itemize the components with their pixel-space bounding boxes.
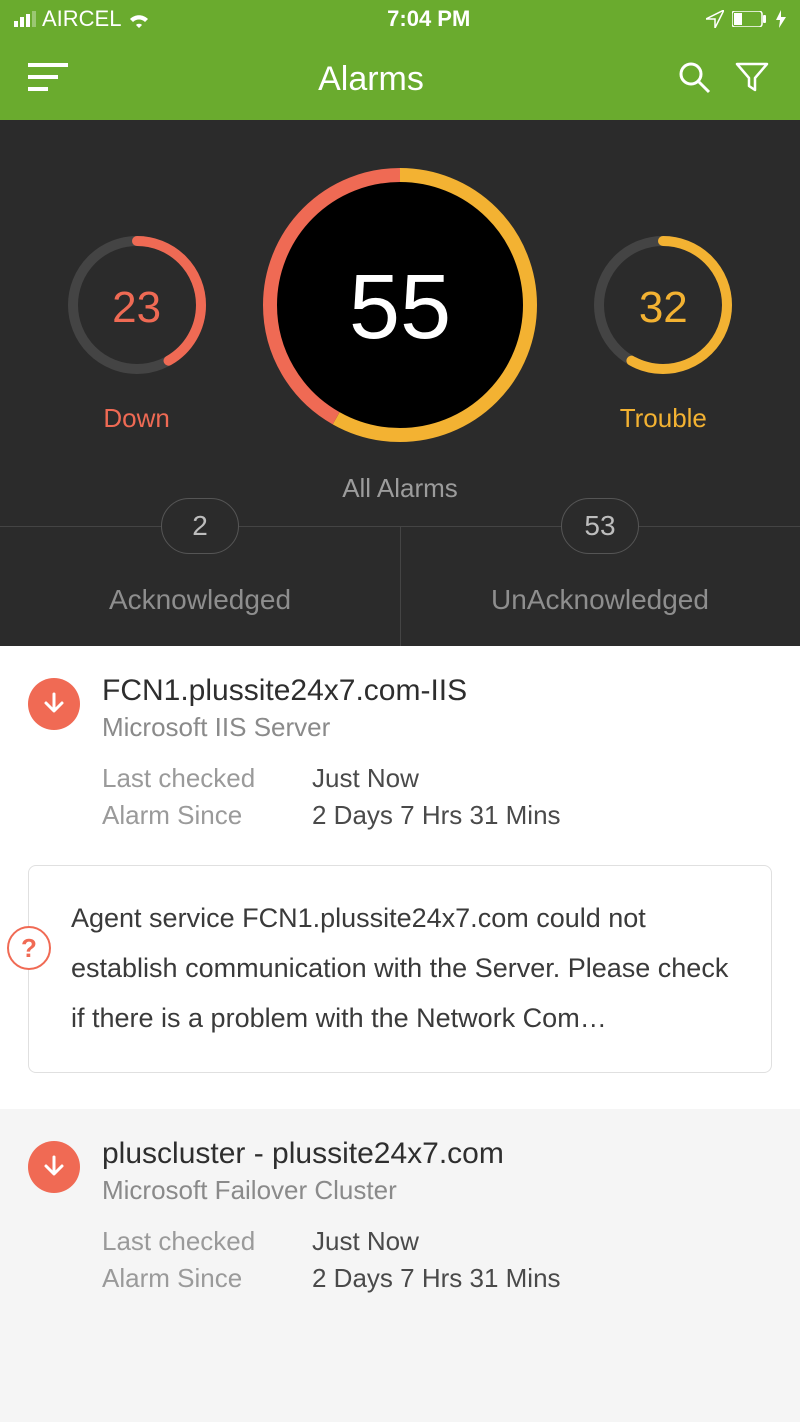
- battery-icon: [732, 11, 768, 27]
- alarm-subtitle: Microsoft IIS Server: [102, 712, 772, 743]
- alarm-item[interactable]: pluscluster - plussite24x7.com Microsoft…: [0, 1109, 800, 1328]
- alarm-title: pluscluster - plussite24x7.com: [102, 1137, 772, 1171]
- filter-button[interactable]: [732, 59, 772, 99]
- gauge-all[interactable]: 55 All Alarms: [255, 160, 545, 504]
- wifi-icon: [127, 10, 151, 28]
- status-bar-time: 7:04 PM: [151, 6, 706, 32]
- help-icon: ?: [7, 926, 51, 970]
- gauge-down-value: 23: [62, 230, 212, 385]
- gauge-trouble[interactable]: 32 Trouble: [588, 230, 738, 434]
- gauge-all-label: All Alarms: [342, 473, 458, 504]
- ack-row: 2 Acknowledged 53 UnAcknowledged: [0, 526, 800, 646]
- alarm-since-value: 2 Days 7 Hrs 31 Mins: [312, 1263, 561, 1294]
- last-checked-label: Last checked: [102, 1226, 312, 1257]
- unacknowledged-label: UnAcknowledged: [491, 584, 709, 616]
- search-icon: [677, 60, 711, 99]
- tab-acknowledged[interactable]: 2 Acknowledged: [0, 526, 400, 646]
- last-checked-value: Just Now: [312, 1226, 419, 1257]
- location-icon: [706, 10, 724, 28]
- alarm-item[interactable]: FCN1.plussite24x7.com-IIS Microsoft IIS …: [0, 646, 800, 1109]
- alarm-list: FCN1.plussite24x7.com-IIS Microsoft IIS …: [0, 646, 800, 1328]
- gauge-trouble-label: Trouble: [620, 403, 707, 434]
- alarm-note-text: Agent service FCN1.plussite24x7.com coul…: [71, 903, 728, 1033]
- alarm-note: ? Agent service FCN1.plussite24x7.com co…: [28, 865, 772, 1073]
- acknowledged-count: 2: [161, 498, 239, 554]
- alarm-title: FCN1.plussite24x7.com-IIS: [102, 674, 772, 708]
- gauge-down-label: Down: [103, 403, 169, 434]
- alarm-since-label: Alarm Since: [102, 1263, 312, 1294]
- last-checked-value: Just Now: [312, 763, 419, 794]
- app-header: Alarms: [0, 38, 800, 120]
- charging-icon: [776, 10, 786, 28]
- page-title: Alarms: [68, 60, 674, 99]
- unacknowledged-count: 53: [561, 498, 639, 554]
- search-button[interactable]: [674, 59, 714, 99]
- alarm-subtitle: Microsoft Failover Cluster: [102, 1175, 772, 1206]
- status-down-icon: [28, 678, 80, 730]
- status-bar-left: AIRCEL: [14, 6, 151, 32]
- hamburger-icon: [28, 63, 68, 96]
- gauge-down[interactable]: 23 Down: [62, 230, 212, 434]
- last-checked-label: Last checked: [102, 763, 312, 794]
- filter-icon: [735, 60, 769, 99]
- signal-icon: [14, 11, 36, 27]
- status-bar: AIRCEL 7:04 PM: [0, 0, 800, 38]
- menu-button[interactable]: [28, 59, 68, 99]
- carrier-name: AIRCEL: [42, 6, 121, 32]
- alarm-since-value: 2 Days 7 Hrs 31 Mins: [312, 800, 561, 831]
- alarm-dashboard: 23 Down 55 All Alarms 3: [0, 120, 800, 646]
- gauge-all-value: 55: [255, 160, 545, 455]
- gauge-trouble-value: 32: [588, 230, 738, 385]
- alarm-since-label: Alarm Since: [102, 800, 312, 831]
- acknowledged-label: Acknowledged: [109, 584, 291, 616]
- status-down-icon: [28, 1141, 80, 1193]
- tab-unacknowledged[interactable]: 53 UnAcknowledged: [400, 526, 800, 646]
- status-bar-right: [706, 10, 786, 28]
